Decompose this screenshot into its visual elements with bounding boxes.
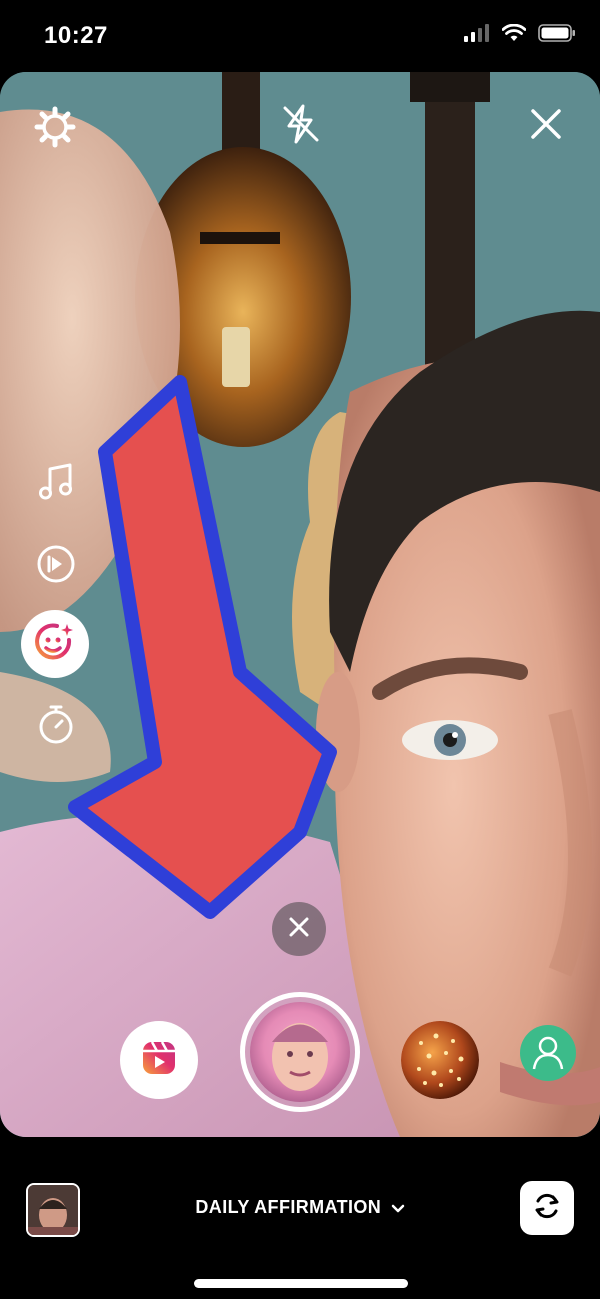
music-button[interactable] [34, 462, 78, 506]
reels-mode-button[interactable] [120, 1021, 198, 1099]
settings-button[interactable] [32, 106, 78, 152]
person-icon [528, 1031, 568, 1076]
gear-icon [34, 106, 76, 153]
timer-icon [36, 703, 76, 750]
effect-avatar-option[interactable] [520, 1025, 576, 1081]
camera-viewport[interactable] [0, 72, 600, 1137]
flash-toggle-button[interactable] [277, 102, 325, 150]
flip-camera-button[interactable] [520, 1181, 574, 1235]
status-time: 10:27 [44, 22, 108, 49]
daily-affirmation-effect-preview [250, 1002, 350, 1102]
cellular-signal-icon [464, 24, 490, 47]
wifi-icon [501, 23, 527, 47]
home-indicator[interactable] [194, 1279, 408, 1288]
camera-mode-selector[interactable]: DAILY AFFIRMATION [0, 1197, 600, 1219]
capture-button[interactable] [240, 992, 360, 1112]
sparkle-face-icon [33, 620, 77, 669]
flash-off-icon [279, 102, 323, 151]
close-icon [288, 916, 310, 943]
flip-camera-icon [529, 1188, 565, 1229]
play-circle-icon [36, 544, 76, 589]
sparkle-ball-icon [401, 1021, 479, 1099]
camera-mode-label: DAILY AFFIRMATION [195, 1197, 382, 1217]
clear-effect-button[interactable] [272, 902, 326, 956]
effect-sparkles-option[interactable] [401, 1021, 479, 1099]
camera-feed [0, 72, 600, 1137]
boomerang-button[interactable] [34, 544, 78, 588]
close-camera-button[interactable] [524, 104, 568, 148]
close-icon [529, 107, 563, 146]
chevron-down-icon [391, 1198, 405, 1219]
timer-button[interactable] [34, 704, 78, 748]
music-note-icon [37, 462, 75, 507]
bottom-bar: DAILY AFFIRMATION [0, 1137, 600, 1299]
battery-icon [538, 24, 576, 47]
effects-button[interactable] [21, 610, 89, 678]
reels-icon [139, 1038, 179, 1083]
status-icons [464, 23, 576, 47]
status-bar: 10:27 [0, 0, 600, 70]
